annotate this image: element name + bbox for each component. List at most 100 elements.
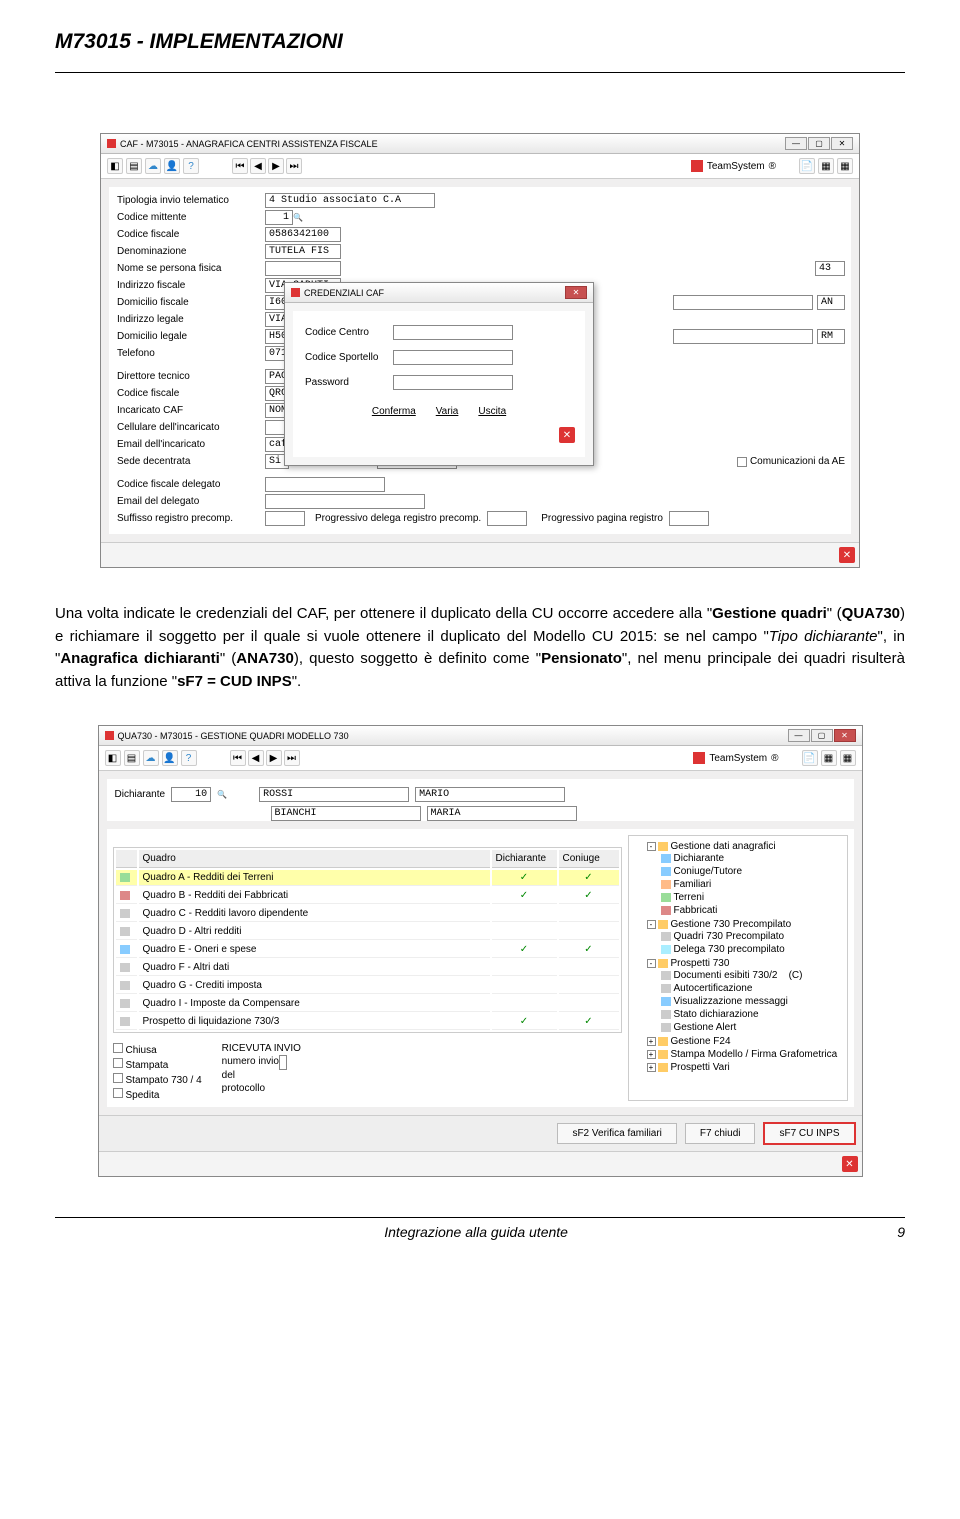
tool-icon[interactable]: 👤 [162, 750, 178, 766]
tool-icon[interactable]: ▦ [837, 158, 853, 174]
input-codice-centro[interactable] [393, 325, 513, 340]
tool-icon[interactable]: ▦ [818, 158, 834, 174]
tool-icon[interactable]: 👤 [164, 158, 180, 174]
tool-icon[interactable]: ◧ [107, 158, 123, 174]
tipologia-input[interactable]: 4 Studio associato C.A [265, 193, 435, 208]
input[interactable] [265, 477, 385, 492]
tree-item[interactable]: Stato dichiarazione [674, 1009, 759, 1020]
tree-item[interactable]: Delega 730 precompilato [674, 944, 785, 955]
input-name[interactable]: MARIO [415, 787, 565, 802]
input-surname[interactable]: ROSSI [259, 787, 409, 802]
tool-icon[interactable]: ◧ [105, 750, 121, 766]
table-row[interactable]: Quadro D - Altri redditi [116, 924, 619, 940]
input[interactable] [265, 494, 425, 509]
btn-cu-inps[interactable]: sF7 CU INPS [763, 1122, 855, 1145]
nav-next-icon[interactable]: ▶ [266, 750, 282, 766]
tree-item[interactable]: Gestione 730 Precompilato [671, 919, 792, 930]
lookup-icon[interactable]: 🔍 [217, 788, 227, 801]
close-icon[interactable]: ✕ [559, 427, 575, 443]
input[interactable] [673, 329, 813, 344]
nav-prev-icon[interactable]: ◀ [250, 158, 266, 174]
input[interactable] [265, 261, 341, 276]
input[interactable] [265, 511, 305, 526]
tree-item[interactable]: Dichiarante [674, 853, 725, 864]
tree-toggle[interactable]: - [647, 920, 656, 929]
tree-item[interactable]: Quadri 730 Precompilato [674, 931, 785, 942]
checkbox[interactable] [113, 1058, 123, 1068]
tree-item[interactable]: Gestione dati anagrafici [671, 841, 776, 852]
input-password[interactable] [393, 375, 513, 390]
checkbox[interactable] [113, 1073, 123, 1083]
tree-item[interactable]: Familiari [674, 879, 712, 890]
input[interactable] [487, 511, 527, 526]
nav-last-icon[interactable]: ⏭ [286, 158, 302, 174]
input[interactable]: RM [817, 329, 845, 344]
table-row[interactable]: Quadro F - Altri dati [116, 960, 619, 976]
tree-item[interactable]: Visualizzazione messaggi [674, 996, 788, 1007]
tool-icon[interactable]: ▤ [124, 750, 140, 766]
tree-item[interactable]: Prospetti 730 [671, 958, 730, 969]
close-button[interactable]: ✕ [831, 137, 853, 150]
tree-toggle[interactable]: - [647, 842, 656, 851]
help-icon[interactable]: ? [181, 750, 197, 766]
close-button[interactable]: ✕ [565, 286, 587, 299]
input[interactable]: AN [817, 295, 845, 310]
tool-icon[interactable]: 📄 [799, 158, 815, 174]
table-row[interactable]: Quadro E - Oneri e spese ✓ ✓ [116, 942, 619, 958]
nav-prev-icon[interactable]: ◀ [248, 750, 264, 766]
close-icon[interactable]: ✕ [839, 547, 855, 563]
checkbox[interactable] [737, 457, 747, 467]
tree-item[interactable]: Terreni [674, 892, 705, 903]
table-row[interactable]: Prospetto di liquidazione 730/3 ✓ ✓ [116, 1014, 619, 1030]
table-row[interactable]: Quadro C - Redditi lavoro dipendente [116, 906, 619, 922]
table-row[interactable]: Quadro I - Imposte da Compensare [116, 996, 619, 1012]
tree-toggle[interactable]: - [647, 959, 656, 968]
btn-verifica[interactable]: sF2 Verifica familiari [557, 1123, 676, 1144]
tool-icon[interactable]: ▤ [126, 158, 142, 174]
tool-icon[interactable]: ▦ [840, 750, 856, 766]
table-row[interactable]: Quadro G - Crediti imposta [116, 978, 619, 994]
tree-item[interactable]: Coniuge/Tutore [674, 866, 743, 877]
input-name[interactable]: MARIA [427, 806, 577, 821]
tree-toggle[interactable]: + [647, 1063, 656, 1072]
uscita-button[interactable]: Uscita [478, 406, 506, 417]
minimize-button[interactable]: — [788, 729, 810, 742]
table-row[interactable]: Quadro B - Redditi dei Fabbricati ✓ ✓ [116, 888, 619, 904]
checkbox[interactable] [113, 1043, 123, 1053]
nav-first-icon[interactable]: ⏮ [230, 750, 246, 766]
tree-toggle[interactable]: + [647, 1050, 656, 1059]
tree-item[interactable]: Autocertificazione [674, 983, 753, 994]
tree-toggle[interactable]: + [647, 1037, 656, 1046]
nav-first-icon[interactable]: ⏮ [232, 158, 248, 174]
tree-item[interactable]: Gestione Alert [674, 1022, 737, 1033]
conferma-button[interactable]: Conferma [372, 406, 416, 417]
tool-icon[interactable]: 📄 [802, 750, 818, 766]
close-button[interactable]: ✕ [834, 729, 856, 742]
tree-item[interactable]: Prospetti Vari [671, 1062, 730, 1073]
input[interactable] [673, 295, 813, 310]
tool-icon[interactable]: ▦ [821, 750, 837, 766]
help-icon[interactable]: ? [183, 158, 199, 174]
btn-chiudi[interactable]: F7 chiudi [685, 1123, 756, 1144]
tree-item[interactable]: Documenti esibiti 730/2 [674, 970, 778, 981]
input[interactable]: 1 [265, 210, 293, 225]
lookup-icon[interactable]: 🔍 [293, 211, 303, 224]
input-codice-sportello[interactable] [393, 350, 513, 365]
tree-item[interactable]: Fabbricati [674, 905, 718, 916]
tree-item[interactable]: Gestione F24 [671, 1036, 731, 1047]
minimize-button[interactable]: — [785, 137, 807, 150]
input-dich-code[interactable]: 10 [171, 787, 211, 802]
close-icon[interactable]: ✕ [842, 1156, 858, 1172]
tool-icon[interactable]: ☁ [143, 750, 159, 766]
checkbox[interactable] [113, 1088, 123, 1098]
input[interactable]: 0586342100 [265, 227, 341, 242]
tree-item[interactable]: Stampa Modello / Firma Grafometrica [671, 1049, 838, 1060]
tool-icon[interactable]: ☁ [145, 158, 161, 174]
input[interactable] [669, 511, 709, 526]
varia-button[interactable]: Varia [436, 406, 459, 417]
input-surname[interactable]: BIANCHI [271, 806, 421, 821]
table-row[interactable]: Quadro A - Redditi dei Terreni ✓ ✓ [116, 870, 619, 886]
nav-last-icon[interactable]: ⏭ [284, 750, 300, 766]
nav-next-icon[interactable]: ▶ [268, 158, 284, 174]
input-43[interactable]: 43 [815, 261, 845, 276]
